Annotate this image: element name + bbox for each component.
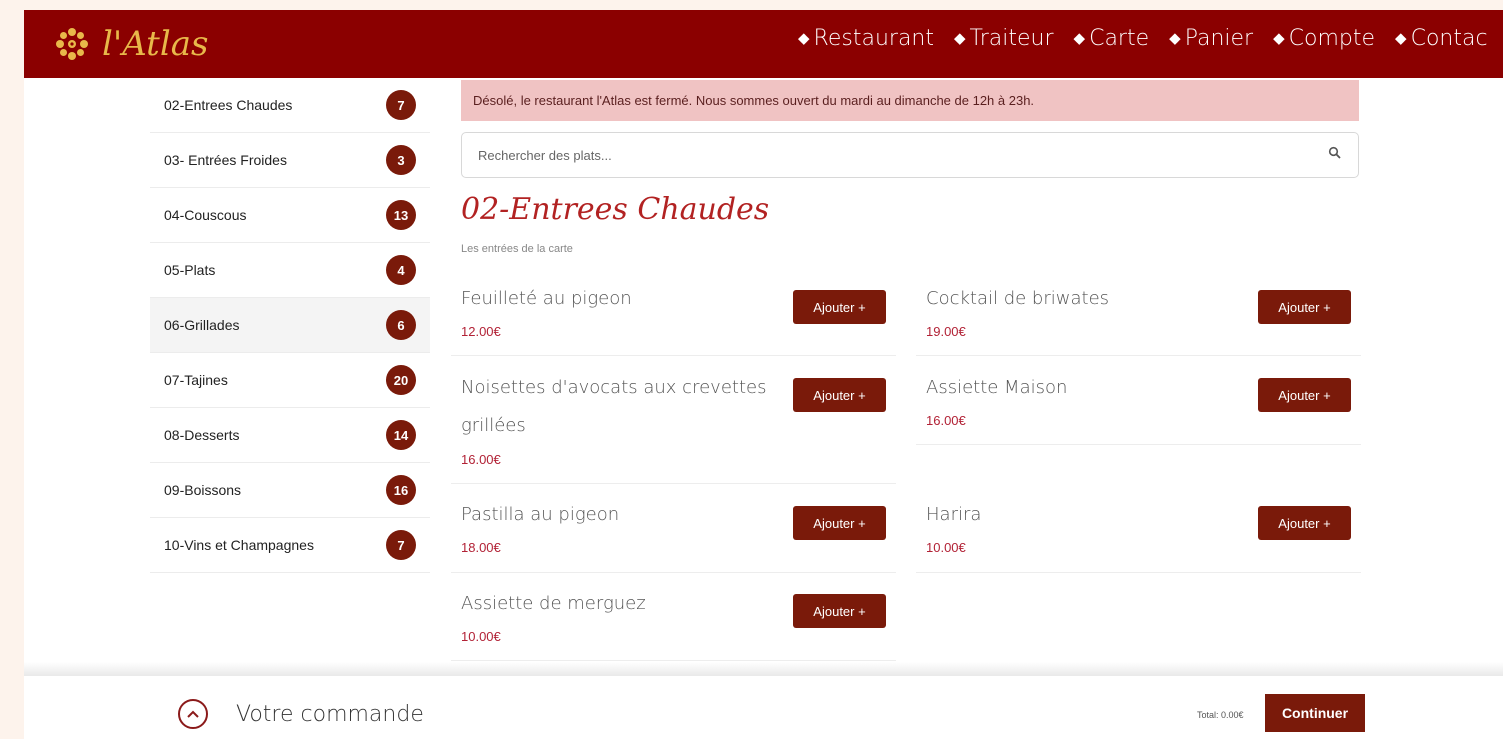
category-label: 08-Desserts [164,427,240,443]
dish-name: Harira [926,504,982,525]
dish-name: Pastilla au pigeon [461,504,620,525]
dish-price: 16.00€ [926,413,966,428]
nav-item-restaurant[interactable]: ◆ Restaurant [798,26,934,51]
add-to-cart-button[interactable]: Ajouter + [793,506,886,540]
add-to-cart-button[interactable]: Ajouter + [793,290,886,324]
closed-alert: Désolé, le restaurant l'Atlas est fermé.… [461,80,1359,121]
nav-item-contact[interactable]: ◆ Contac [1395,26,1488,51]
dish-price: 18.00€ [461,540,501,555]
dish-item: Feuilleté au pigeon 12.00€ Ajouter + [451,280,896,356]
dish-item: Noisettes d'avocats aux crevettes grillé… [451,369,896,484]
nav-item-compte[interactable]: ◆ Compte [1273,26,1375,51]
nav-item-carte[interactable]: ◆ Carte [1074,26,1150,51]
dish-name: Feuilleté au pigeon [461,288,632,309]
chevron-up-icon[interactable] [178,699,208,729]
nav-item-label: Restaurant [813,26,934,51]
dish-price: 16.00€ [461,452,501,467]
dish-price: 19.00€ [926,324,966,339]
section-subtitle: Les entrées de la carte [461,243,573,255]
search-icon[interactable] [1328,146,1342,165]
category-count-badge: 14 [386,420,416,450]
category-label: 09-Boissons [164,482,242,498]
dish-item: Assiette Maison 16.00€ Ajouter + [916,369,1361,445]
diamond-icon: ◆ [1073,29,1086,47]
dish-item: Harira 10.00€ Ajouter + [916,496,1361,573]
category-item-vins-champagnes[interactable]: 10-Vins et Champagnes 7 [150,518,430,573]
category-sidebar: 02-Entrees Chaudes 7 03- Entrées Froides… [150,78,430,573]
category-label: 10-Vins et Champagnes [164,537,314,553]
diamond-icon: ◆ [1273,29,1285,47]
category-item-grillades[interactable]: 06-Grillades 6 [150,298,430,353]
dish-item: Pastilla au pigeon 18.00€ Ajouter + [451,496,896,573]
diamond-icon: ◆ [1169,29,1181,47]
dish-item: Cocktail de briwates 19.00€ Ajouter + [916,280,1361,356]
category-count-badge: 13 [386,200,416,230]
dish-price: 12.00€ [461,324,501,339]
logo-text: l'Atlas [102,24,209,64]
order-total: Total: 0.00€ [1197,710,1244,720]
category-item-boissons[interactable]: 09-Boissons 16 [150,463,430,518]
category-item-entrees-chaudes[interactable]: 02-Entrees Chaudes 7 [150,78,430,133]
nav-item-label: Compte [1288,26,1376,51]
category-item-desserts[interactable]: 08-Desserts 14 [150,408,430,463]
dish-item: Assiette de merguez 10.00€ Ajouter + [451,585,896,661]
diamond-icon: ◆ [798,29,810,47]
dish-price: 10.00€ [926,540,966,555]
main-nav: ◆ Restaurant ◆ Traiteur ◆ Carte ◆ Panier ◆ Co… [798,26,1503,51]
dish-price: 10.00€ [461,629,501,644]
order-footer: Votre commande Total: 0.00€ Continuer [24,676,1503,739]
add-to-cart-button[interactable]: Ajouter + [1258,290,1351,324]
search-input[interactable] [478,147,1328,163]
category-label: 03- Entrées Froides [164,152,287,168]
category-count-badge: 3 [386,145,416,175]
category-item-couscous[interactable]: 04-Couscous 13 [150,188,430,243]
footer-divider [24,662,1503,676]
category-count-badge: 4 [386,255,416,285]
continue-button[interactable]: Continuer [1265,694,1365,732]
category-label: 04-Couscous [164,207,247,223]
category-count-badge: 7 [386,90,416,120]
category-label: 02-Entrees Chaudes [164,97,293,113]
nav-item-label: Traiteur [969,26,1054,51]
category-label: 07-Tajines [164,372,228,388]
flower-logo-icon [52,24,92,64]
logo[interactable]: l'Atlas [52,20,208,68]
dish-name: Noisettes d'avocats aux crevettes grillé… [461,377,767,436]
category-count-badge: 7 [386,530,416,560]
nav-item-traiteur[interactable]: ◆ Traiteur [954,26,1054,51]
add-to-cart-button[interactable]: Ajouter + [793,594,886,628]
category-count-badge: 16 [386,475,416,505]
add-to-cart-button[interactable]: Ajouter + [793,378,886,412]
add-to-cart-button[interactable]: Ajouter + [1258,506,1351,540]
order-label[interactable]: Votre commande [236,702,424,727]
category-item-entrees-froides[interactable]: 03- Entrées Froides 3 [150,133,430,188]
nav-item-label: Panier [1184,26,1254,51]
category-label: 05-Plats [164,262,216,278]
category-item-plats[interactable]: 05-Plats 4 [150,243,430,298]
section-title: 02-Entrees Chaudes [461,192,770,227]
nav-item-panier[interactable]: ◆ Panier [1169,26,1253,51]
nav-item-label: Contac [1410,26,1488,51]
header-bar: l'Atlas ◆ Restaurant ◆ Traiteur ◆ Carte ◆ Pa… [24,10,1503,78]
category-count-badge: 6 [386,310,416,340]
search-box [461,132,1359,178]
dish-name: Cocktail de briwates [926,288,1110,309]
category-item-tajines[interactable]: 07-Tajines 20 [150,353,430,408]
add-to-cart-button[interactable]: Ajouter + [1258,378,1351,412]
category-count-badge: 20 [386,365,416,395]
nav-item-label: Carte [1089,26,1150,51]
category-label: 06-Grillades [164,317,240,333]
dish-name: Assiette de merguez [461,593,646,614]
app-frame: l'Atlas ◆ Restaurant ◆ Traiteur ◆ Carte ◆ Pa… [24,10,1503,739]
diamond-icon: ◆ [954,29,966,47]
diamond-icon: ◆ [1395,29,1407,47]
dish-name: Assiette Maison [926,377,1068,398]
